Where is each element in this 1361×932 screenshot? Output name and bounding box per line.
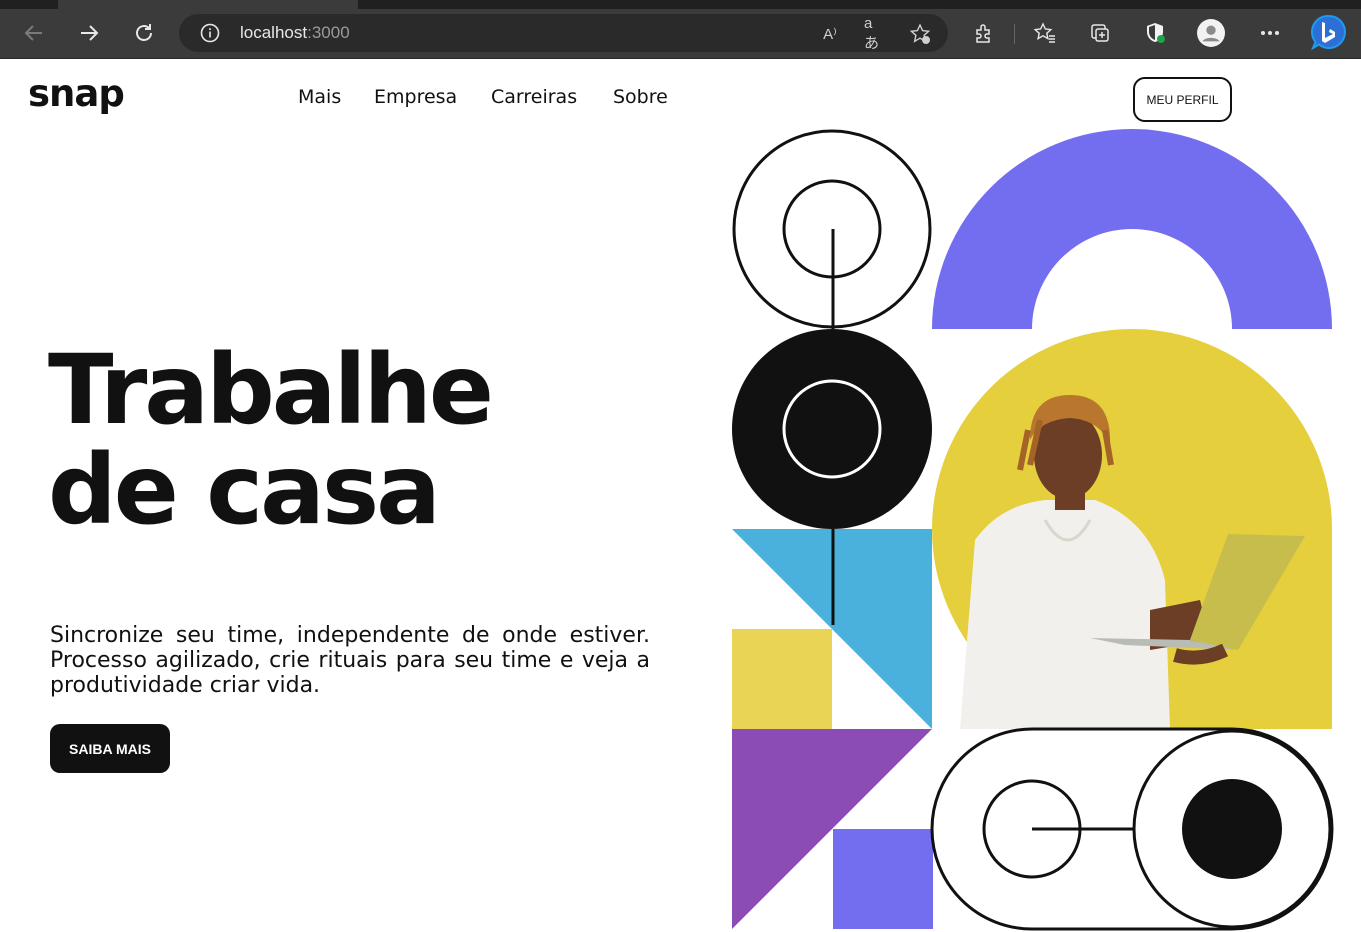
hero-title-line-1: Trabalhe bbox=[48, 334, 494, 446]
site-info-icon[interactable] bbox=[200, 23, 220, 47]
address-bar[interactable]: localhost:3000 A⁾ aあ bbox=[179, 14, 948, 52]
profile-button[interactable]: MEU PERFIL bbox=[1133, 77, 1232, 122]
nav-item-empresa[interactable]: Empresa bbox=[374, 86, 457, 108]
nav-item-sobre[interactable]: Sobre bbox=[613, 86, 668, 108]
forward-icon[interactable] bbox=[74, 18, 104, 48]
hero-title: Trabalhe de casa bbox=[48, 334, 494, 546]
nav-item-mais[interactable]: Mais bbox=[298, 86, 341, 108]
favorites-icon[interactable] bbox=[1031, 19, 1059, 47]
browser-essentials-icon[interactable] bbox=[1142, 19, 1170, 47]
hero-artwork bbox=[732, 129, 1334, 931]
active-tab[interactable] bbox=[58, 0, 358, 9]
extensions-icon[interactable] bbox=[970, 19, 998, 47]
pill-black-dot bbox=[1182, 779, 1282, 879]
site-logo[interactable]: snap bbox=[28, 72, 125, 115]
learn-more-button[interactable]: SAIBA MAIS bbox=[50, 724, 170, 773]
refresh-icon[interactable] bbox=[129, 18, 159, 48]
yellow-square bbox=[732, 629, 832, 729]
back-icon[interactable] bbox=[19, 18, 49, 48]
toolbar-divider bbox=[1014, 24, 1015, 44]
nav-item-carreiras[interactable]: Carreiras bbox=[491, 86, 577, 108]
hero-description: Sincronize seu time, independente de ond… bbox=[50, 623, 650, 698]
more-options-icon[interactable] bbox=[1256, 19, 1284, 47]
black-disc bbox=[732, 329, 932, 529]
collections-icon[interactable] bbox=[1086, 19, 1114, 47]
hero-title-line-2: de casa bbox=[48, 434, 441, 546]
profile-avatar-icon[interactable] bbox=[1197, 19, 1225, 47]
purple-square bbox=[833, 829, 933, 929]
add-favorite-icon[interactable] bbox=[909, 23, 931, 45]
translate-icon[interactable]: aあ bbox=[864, 15, 886, 52]
purple-arch bbox=[932, 129, 1332, 329]
bing-copilot-icon[interactable] bbox=[1310, 13, 1348, 51]
browser-toolbar: localhost:3000 A⁾ aあ bbox=[0, 0, 1361, 59]
read-aloud-icon[interactable]: A⁾ bbox=[819, 23, 841, 45]
url-text[interactable]: localhost:3000 bbox=[240, 23, 350, 43]
